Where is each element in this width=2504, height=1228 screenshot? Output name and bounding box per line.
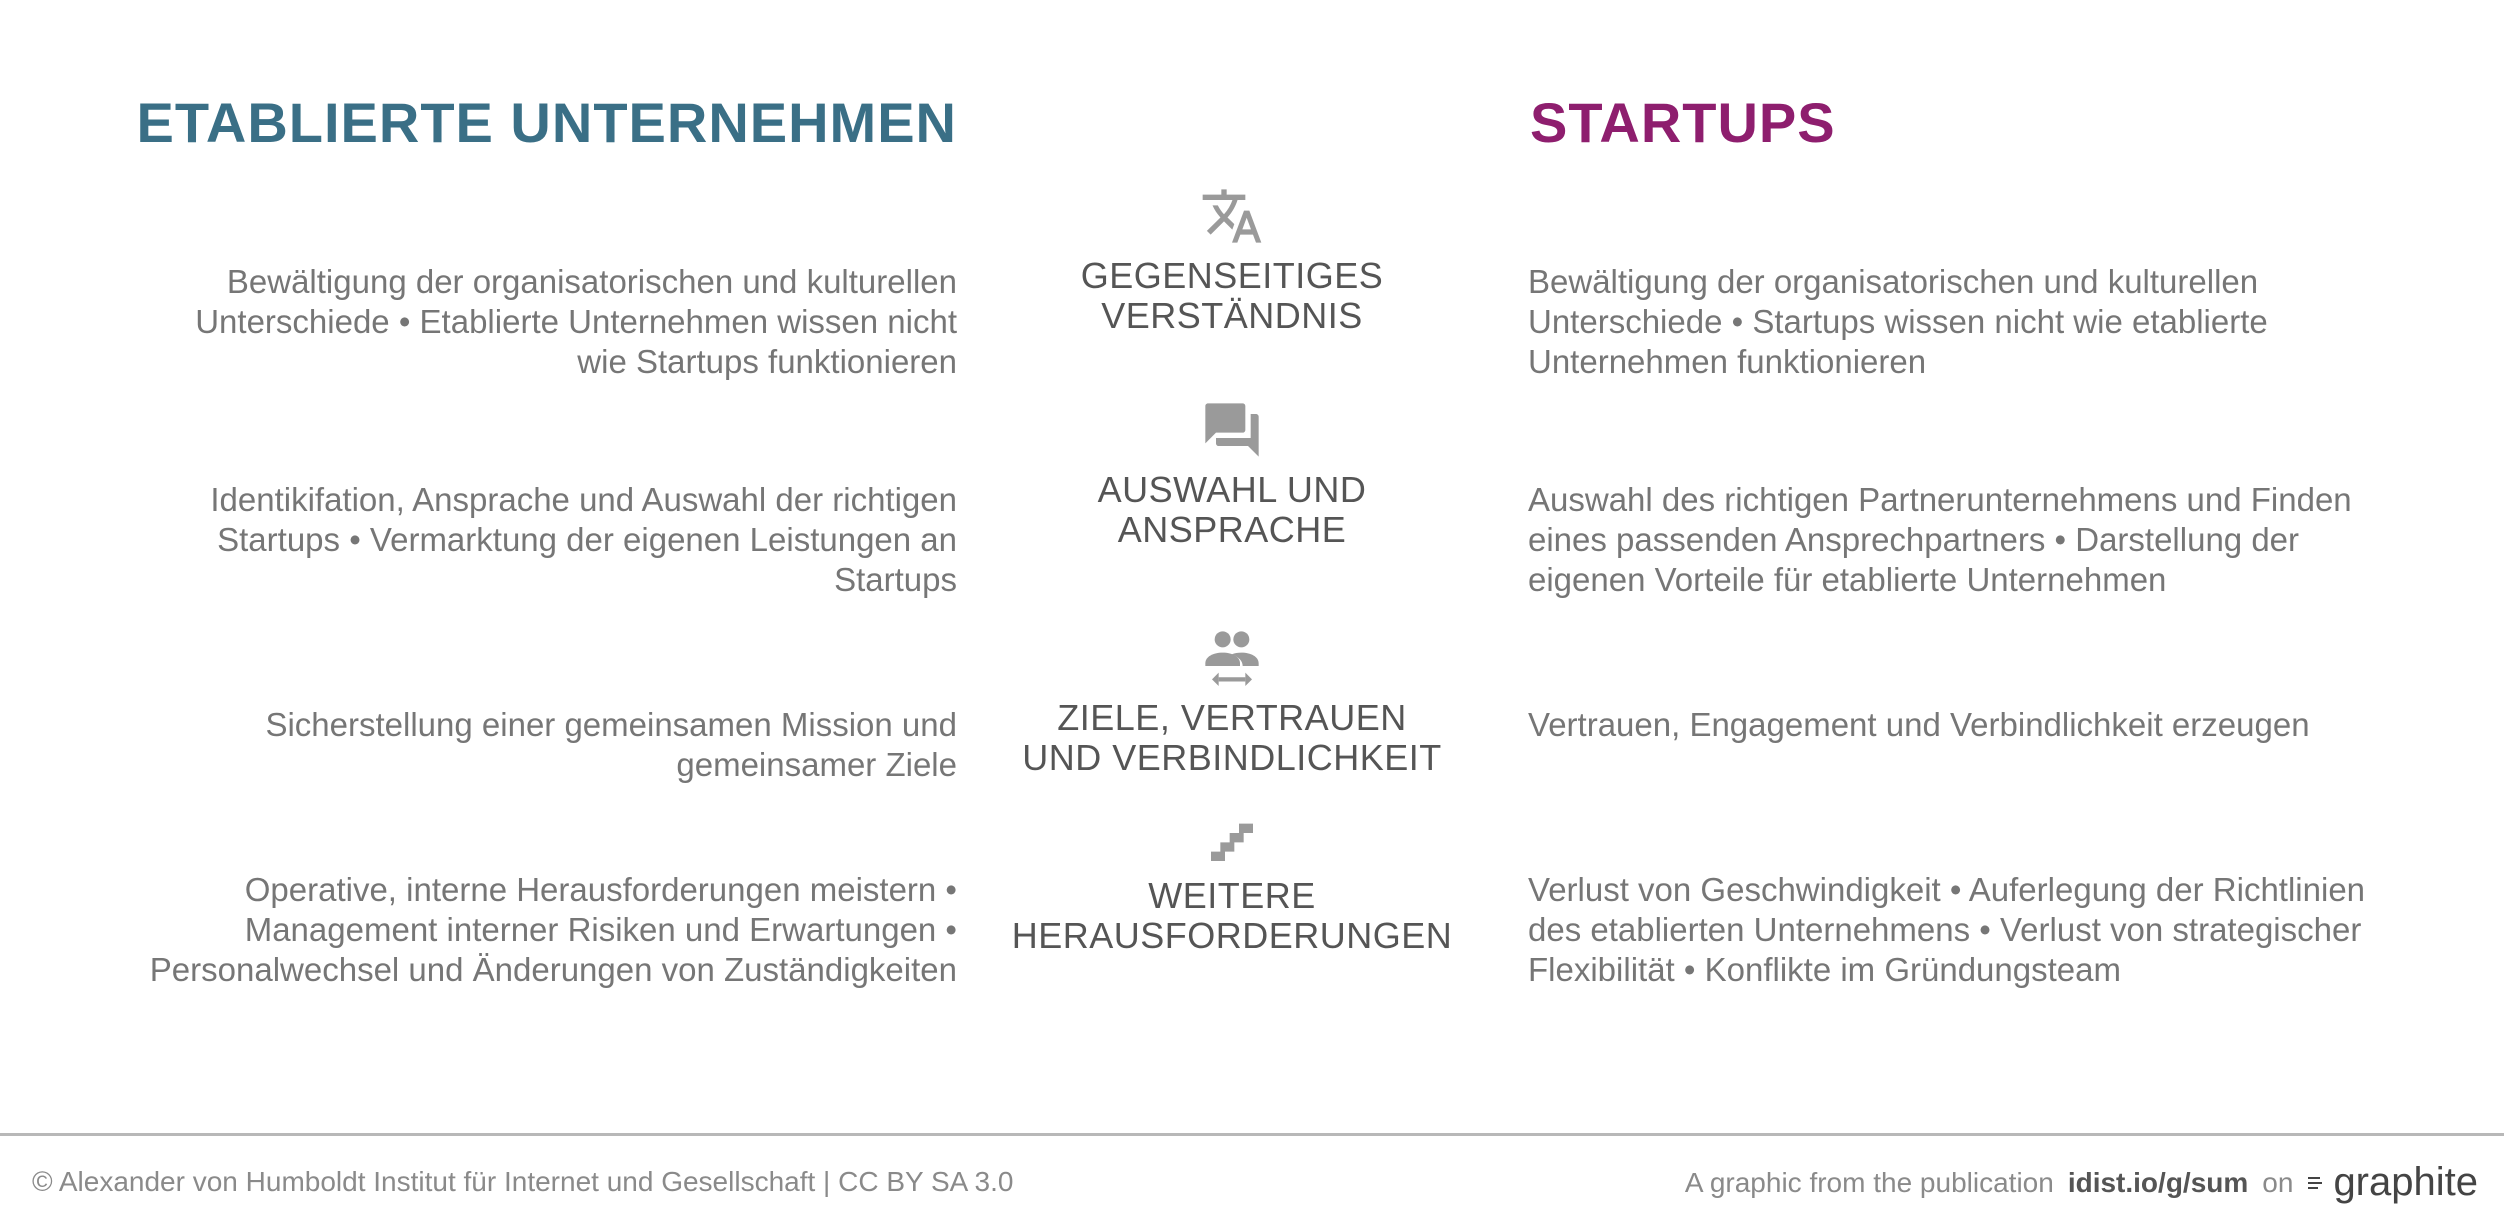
left-description: Bewältigung der organisatorischen und ku…: [195, 263, 957, 380]
center-topic: GEGENSEITIGES VERSTÄNDNIS: [1002, 184, 1462, 336]
topic-title-line2: ANSPRACHE: [1117, 509, 1347, 550]
topic-title-line2: HERAUSFORDERUNGEN: [1011, 915, 1453, 956]
translate-icon: [1202, 189, 1262, 243]
publication-link[interactable]: idist.io/g/sum: [2068, 1167, 2248, 1199]
topic-title-line1: ZIELE, VERTRAUEN: [1057, 697, 1407, 738]
topic-title-line1: GEGENSEITIGES: [1080, 255, 1384, 296]
graphite-brand-text: graphite: [2333, 1160, 2478, 1204]
publication-prefix: A graphic from the publication: [1684, 1166, 2054, 1198]
footer-publication: A graphic from the publication idist.io/…: [1685, 1160, 2478, 1205]
people-exchange-icon: [1205, 631, 1259, 686]
right-description: Verlust von Geschwindigkeit • Auferlegun…: [1528, 871, 2366, 988]
graphite-logo-icon: [2308, 1176, 2323, 1189]
stairs-icon: [1211, 823, 1253, 861]
topic-title-line2: UND VERBINDLICHKEIT: [1022, 737, 1442, 778]
right-description: Auswahl des richtigen Partnerunternehmen…: [1528, 481, 2352, 598]
left-description: Identikifation, Ansprache und Auswahl de…: [210, 481, 957, 598]
on-text: on: [2262, 1166, 2294, 1198]
left-description: Operative, interne Herausforderungen mei…: [149, 871, 957, 988]
center-topic: AUSWAHL UND ANSPRACHE: [1002, 398, 1462, 550]
chat-bubbles-icon: [1205, 403, 1259, 457]
left-description: Sicherstellung einer gemeinsamen Mission…: [265, 706, 957, 783]
header-startups: STARTUPS: [1530, 91, 1836, 154]
topic-title-line1: AUSWAHL UND: [1097, 469, 1367, 510]
footer-divider: [0, 1133, 2504, 1136]
topic-title-line1: WEITERE: [1148, 875, 1316, 916]
center-topic: WEITERE HERAUSFORDERUNGEN: [1002, 812, 1462, 956]
graphite-logo[interactable]: graphite: [2307, 1160, 2478, 1205]
header-etablierte-unternehmen: ETABLIERTE UNTERNEHMEN: [136, 91, 957, 154]
topic-title-line2: VERSTÄNDNIS: [1101, 295, 1363, 336]
right-description: Vertrauen, Engagement und Verbindlichkei…: [1528, 706, 2310, 743]
footer-copyright: © Alexander von Humboldt Institut für In…: [32, 1166, 1014, 1197]
right-description: Bewältigung der organisatorischen und ku…: [1528, 263, 2268, 380]
center-topic: ZIELE, VERTRAUEN UND VERBINDLICHKEIT: [1002, 626, 1462, 778]
